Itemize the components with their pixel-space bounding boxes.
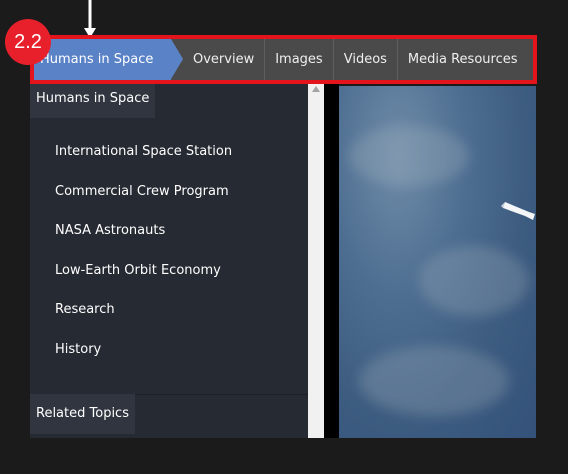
space-photo (339, 86, 536, 438)
highlight-frame: Humans in Space Overview Images Videos M… (30, 35, 537, 84)
spacecraft-icon (501, 202, 535, 220)
step-badge: 2.2 (5, 19, 51, 65)
scroll-up-arrow-icon[interactable] (312, 86, 320, 92)
tab-videos[interactable]: Videos (332, 39, 397, 80)
sidebar-item-history[interactable]: History (55, 342, 101, 357)
scrollbar[interactable] (308, 84, 324, 438)
sidebar-item-international-space-station[interactable]: International Space Station (55, 144, 232, 159)
sidebar: Humans in Space International Space Stat… (30, 84, 308, 438)
sidebar-item-commercial-crew-program[interactable]: Commercial Crew Program (55, 184, 229, 199)
tab-humans-in-space[interactable]: Humans in Space (34, 39, 183, 80)
sidebar-header: Humans in Space (30, 84, 156, 118)
tab-images[interactable]: Images (264, 39, 333, 80)
down-arrow-icon (84, 0, 96, 38)
tab-overview[interactable]: Overview (171, 39, 264, 80)
sidebar-item-research[interactable]: Research (55, 302, 115, 317)
image-border (324, 84, 339, 438)
sidebar-item-low-earth-orbit-economy[interactable]: Low-Earth Orbit Economy (55, 263, 221, 278)
tab-bar: Humans in Space Overview Images Videos M… (34, 39, 533, 80)
sidebar-item-nasa-astronauts[interactable]: NASA Astronauts (55, 223, 165, 238)
related-topics-button[interactable]: Related Topics (30, 394, 135, 434)
tab-media-resources[interactable]: Media Resources (396, 39, 528, 80)
